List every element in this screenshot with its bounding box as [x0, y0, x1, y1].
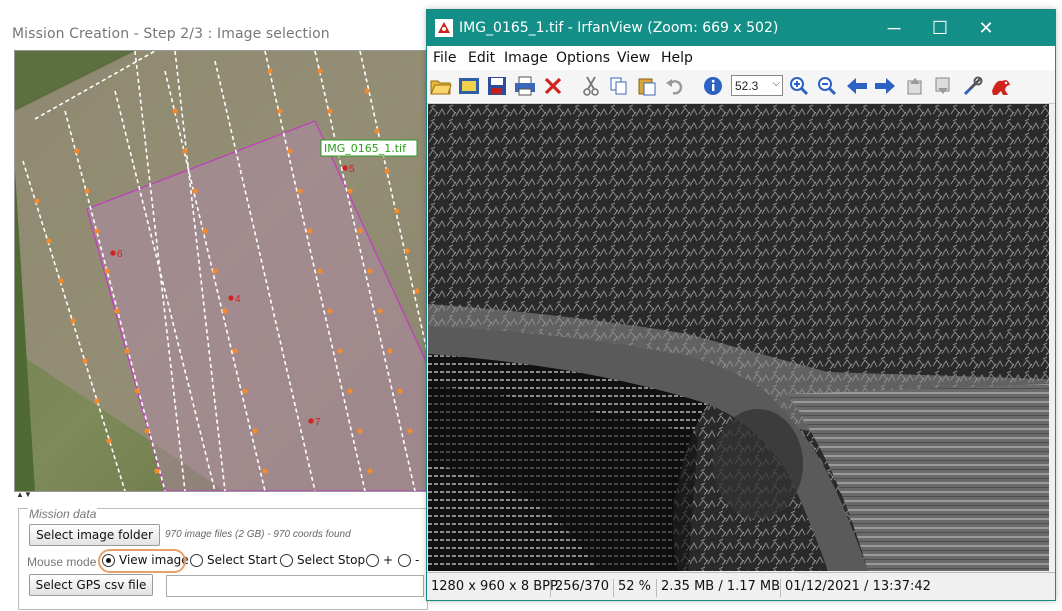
- menu-help[interactable]: Help: [661, 50, 693, 66]
- first-page-icon[interactable]: [903, 74, 927, 98]
- files-info-text: 970 image files (2 GB) - 970 coords foun…: [165, 529, 351, 540]
- waypoint-label: 5: [349, 164, 355, 175]
- radio-icon: [280, 553, 293, 567]
- radio-label: Select Start: [207, 553, 278, 567]
- menu-view[interactable]: View: [617, 50, 650, 66]
- status-bar: 1280 x 960 x 8 BPP 256/370 52 % 2.35 MB …: [427, 572, 1055, 600]
- status-date: 01/12/2021 / 13:37:42: [780, 579, 931, 597]
- menu-bar: File Edit Image Options View Help: [427, 46, 1055, 70]
- irfanview-window: IMG_0165_1.tif - IrfanView (Zoom: 669 x …: [426, 9, 1056, 601]
- radio-zoom-minus[interactable]: -: [398, 553, 419, 567]
- undo-icon[interactable]: [663, 74, 687, 98]
- open-icon[interactable]: [429, 74, 453, 98]
- menu-file[interactable]: File: [433, 50, 456, 66]
- waypoint-label: 4: [235, 294, 241, 305]
- close-button[interactable]: ✕: [963, 10, 1009, 46]
- mouse-mode-label: Mouse mode: [27, 555, 97, 569]
- zoom-combobox[interactable]: 52.3 ⌵: [731, 75, 783, 96]
- chevron-down-icon: ⌵: [772, 78, 780, 89]
- status-zoom: 52 %: [613, 579, 651, 597]
- status-size: 2.35 MB / 1.17 MB: [656, 579, 780, 597]
- settings-icon[interactable]: [961, 74, 985, 98]
- image-canvas[interactable]: [428, 104, 1049, 571]
- status-index: 256/370: [550, 579, 609, 597]
- window-title: Mission Creation - Step 2/3 : Image sele…: [12, 26, 330, 42]
- split-divider[interactable]: ▲ ▼: [14, 490, 426, 503]
- radio-label: -: [415, 553, 420, 567]
- map-image-label: IMG_0165_1.tif: [324, 142, 407, 155]
- info-icon[interactable]: [701, 74, 725, 98]
- zoom-value: 52.3: [735, 78, 759, 93]
- radio-label: Select Stop: [297, 553, 366, 567]
- irfan-logo-icon[interactable]: [989, 74, 1013, 98]
- menu-edit[interactable]: Edit: [468, 50, 495, 66]
- radio-label: +: [383, 553, 394, 567]
- collapse-down-icon[interactable]: ▼: [24, 490, 32, 499]
- map-view[interactable]: 5 6 4 7 IMG_0165_1.tif: [14, 50, 428, 492]
- menu-options[interactable]: Options: [556, 50, 610, 66]
- collapse-up-icon[interactable]: ▲: [16, 490, 24, 499]
- radio-icon: [190, 553, 203, 567]
- zoom-out-icon[interactable]: [815, 74, 839, 98]
- last-page-icon[interactable]: [931, 74, 955, 98]
- copy-icon[interactable]: [607, 74, 631, 98]
- maximize-button[interactable]: ☐: [917, 10, 963, 46]
- highlight-annotation: [98, 549, 186, 573]
- zoom-in-icon[interactable]: [787, 74, 811, 98]
- select-gps-csv-button[interactable]: Select GPS csv file: [29, 574, 153, 596]
- mission-data-legend: Mission data: [28, 507, 98, 521]
- save-icon[interactable]: [485, 74, 509, 98]
- irfanview-title: IMG_0165_1.tif - IrfanView (Zoom: 669 x …: [459, 20, 779, 36]
- toolbar: 52.3 ⌵: [427, 70, 1055, 104]
- waypoint-label: 7: [315, 417, 321, 428]
- print-icon[interactable]: [513, 74, 537, 98]
- status-dimensions: 1280 x 960 x 8 BPP: [431, 579, 558, 594]
- gps-path-field[interactable]: [166, 575, 424, 597]
- radio-select-stop[interactable]: Select Stop: [280, 553, 365, 567]
- cut-icon[interactable]: [579, 74, 603, 98]
- radio-icon: [366, 553, 379, 567]
- slideshow-icon[interactable]: [457, 74, 481, 98]
- paste-icon[interactable]: [635, 74, 659, 98]
- irfanview-titlebar[interactable]: IMG_0165_1.tif - IrfanView (Zoom: 669 x …: [427, 10, 1055, 46]
- radio-select-start[interactable]: Select Start: [190, 553, 277, 567]
- previous-icon[interactable]: [845, 74, 869, 98]
- waypoint-label: 6: [117, 249, 123, 260]
- minimize-button[interactable]: ─: [871, 10, 917, 46]
- delete-icon[interactable]: [541, 74, 565, 98]
- next-icon[interactable]: [873, 74, 897, 98]
- radio-icon: [398, 553, 411, 567]
- menu-image[interactable]: Image: [504, 50, 548, 66]
- radio-zoom-plus[interactable]: +: [366, 553, 393, 567]
- irfanview-app-icon: [435, 19, 453, 37]
- select-image-folder-button[interactable]: Select image folder: [29, 524, 160, 546]
